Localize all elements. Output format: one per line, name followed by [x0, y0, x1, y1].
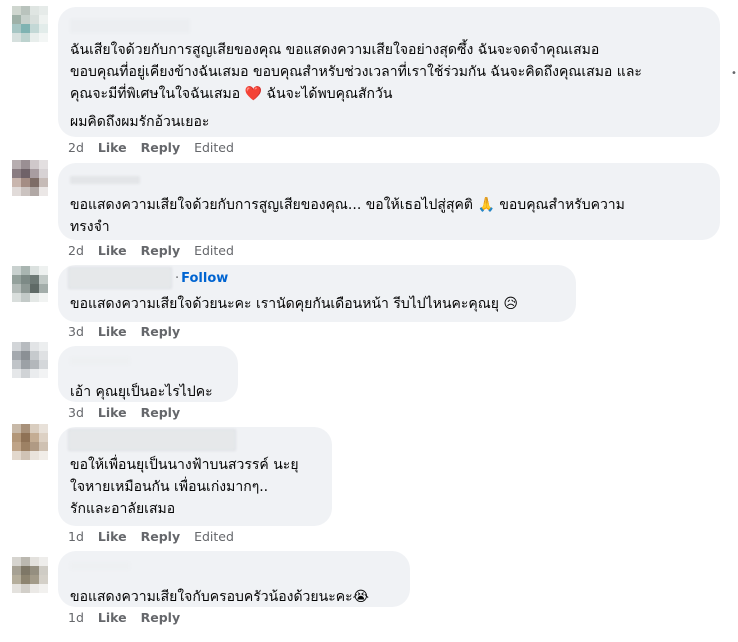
- follow-button[interactable]: · Follow: [175, 271, 228, 286]
- comment-bubble: ขอแสดงความเสียใจด้วยกับการสูญเสียของคุณ.…: [58, 163, 720, 240]
- comment-text-2: ผมคิดถึงผมรักอ้วนเยอะ: [70, 114, 210, 130]
- avatar[interactable]: [12, 342, 48, 378]
- like-button[interactable]: Like: [98, 243, 127, 258]
- comment-bubble: ขอแสดงความเสียใจกับครอบครัวน้องด้วยนะคะ😭: [58, 551, 410, 607]
- timestamp[interactable]: 2d: [68, 140, 84, 155]
- edited-label[interactable]: Edited: [194, 529, 234, 544]
- comment-actions: 1d Like Reply Edited: [68, 529, 234, 544]
- reply-button[interactable]: Reply: [141, 610, 180, 625]
- comment-bubble: ขอให้เพื่อนยุเป็นนางฟ้าบนสวรรค์ นะยุ ใจห…: [58, 427, 332, 526]
- comment-actions: 2d Like Reply Edited: [68, 243, 234, 258]
- author-name[interactable]: [70, 561, 130, 570]
- avatar[interactable]: [12, 160, 48, 196]
- comment-text: ขอแสดงความเสียใจด้วยกับการสูญเสียของคุณ.…: [70, 197, 625, 235]
- comment-text: ขอแสดงความเสียใจด้วยนะคะ เรานัดคุยกันเดื…: [70, 296, 519, 312]
- avatar[interactable]: [12, 557, 48, 593]
- comment-text: ขอแสดงความเสียใจกับครอบครัวน้องด้วยนะคะ😭: [70, 589, 369, 605]
- comment-actions: 1d Like Reply: [68, 610, 180, 625]
- avatar[interactable]: [12, 424, 48, 460]
- author-name[interactable]: [70, 356, 130, 365]
- like-button[interactable]: Like: [98, 610, 127, 625]
- reply-button[interactable]: Reply: [141, 324, 180, 339]
- edited-label[interactable]: Edited: [194, 140, 234, 155]
- reply-button[interactable]: Reply: [141, 243, 180, 258]
- author-name[interactable]: [68, 429, 236, 451]
- author-name[interactable]: [70, 175, 140, 184]
- like-button[interactable]: Like: [98, 140, 127, 155]
- crying-emoji: 😭: [352, 589, 369, 605]
- comment-bubble: ฉันเสียใจด้วยกับการสูญเสียของคุณ ขอแสดงค…: [58, 7, 720, 137]
- comment-actions: 2d Like Reply Edited: [68, 140, 234, 155]
- timestamp[interactable]: 3d: [68, 405, 84, 420]
- like-button[interactable]: Like: [98, 529, 127, 544]
- sad-emoji: 😥: [503, 296, 519, 312]
- reply-button[interactable]: Reply: [141, 529, 180, 544]
- like-button[interactable]: Like: [98, 405, 127, 420]
- author-name[interactable]: [70, 18, 190, 33]
- comment-actions: 3d Like Reply: [68, 324, 180, 339]
- comment-text: ขอให้เพื่อนยุเป็นนางฟ้าบนสวรรค์ นะยุ ใจห…: [70, 457, 299, 517]
- edited-label[interactable]: Edited: [194, 243, 234, 258]
- comment-bubble: · Follow ขอแสดงความเสียใจด้วยนะคะ เรานัดค…: [58, 265, 576, 322]
- comment-text: เอ้า คุณยุเป็นอะไรไปคะ: [70, 384, 213, 400]
- timestamp[interactable]: 1d: [68, 610, 84, 625]
- more-options-icon[interactable]: •: [731, 68, 737, 79]
- folded-hands-emoji: 🙏: [477, 197, 495, 213]
- reply-button[interactable]: Reply: [141, 140, 180, 155]
- heart-emoji: ❤️: [244, 86, 263, 102]
- comment-text: ฉันเสียใจด้วยกับการสูญเสียของคุณ ขอแสดงค…: [70, 42, 642, 102]
- author-name[interactable]: [68, 267, 172, 289]
- reply-button[interactable]: Reply: [141, 405, 180, 420]
- avatar[interactable]: [12, 266, 48, 302]
- timestamp[interactable]: 2d: [68, 243, 84, 258]
- timestamp[interactable]: 3d: [68, 324, 84, 339]
- comment-actions: 3d Like Reply: [68, 405, 180, 420]
- like-button[interactable]: Like: [98, 324, 127, 339]
- timestamp[interactable]: 1d: [68, 529, 84, 544]
- comment-bubble: เอ้า คุณยุเป็นอะไรไปคะ: [58, 346, 238, 402]
- avatar[interactable]: [12, 6, 48, 42]
